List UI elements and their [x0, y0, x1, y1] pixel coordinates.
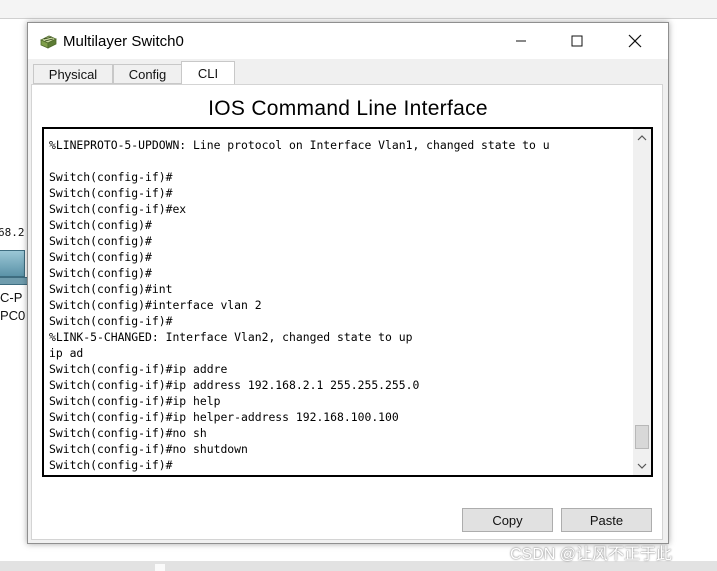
console-line: Switch(config)# [49, 266, 152, 280]
console-line: Switch(config-if)# [49, 170, 173, 184]
chevron-up-icon [637, 135, 647, 141]
console-line: Switch(config-if)#ip help [49, 394, 221, 408]
console-output[interactable]: %LINEPROTO-5-UPDOWN: Line protocol on In… [49, 137, 629, 473]
console-line: Switch(config-if)# [49, 314, 173, 328]
workspace-scroll-thumb[interactable] [155, 564, 165, 571]
console-line: %LINEPROTO-5-UPDOWN: Line protocol on In… [49, 138, 550, 152]
maximize-button[interactable] [554, 23, 600, 59]
minimize-icon [516, 40, 526, 42]
window-title: Multilayer Switch0 [63, 33, 184, 50]
console-line: Switch(config)# [49, 234, 152, 248]
scroll-down-button[interactable] [633, 457, 651, 475]
maximize-icon [571, 35, 583, 47]
console-line: Switch(config)#interface vlan 2 [49, 298, 262, 312]
device-window: Multilayer Switch0 Physical Config CLI I… [27, 22, 669, 544]
console-line: Switch(config-if)# [49, 458, 173, 472]
multilayer-switch-icon [40, 35, 57, 49]
pc-device-icon[interactable] [0, 248, 28, 286]
console-line: Switch(config-if)#ip addre [49, 362, 228, 376]
copy-button[interactable]: Copy [462, 508, 553, 532]
title-bar[interactable]: Multilayer Switch0 [28, 23, 668, 59]
close-icon [628, 34, 642, 48]
console-line: Switch(config)#int [49, 282, 173, 296]
cli-panel: IOS Command Line Interface %LINEPROTO-5-… [31, 84, 663, 540]
tab-strip: Physical Config CLI [28, 59, 668, 85]
panel-title: IOS Command Line Interface [208, 97, 488, 120]
window-body: Physical Config CLI IOS Command Line Int… [28, 59, 668, 543]
console-line: Switch(config-if)#ip helper-address 192.… [49, 410, 399, 424]
console-line: Switch(config-if)#ip address 192.168.2.1… [49, 378, 420, 392]
console-line: Switch(config)# [49, 250, 152, 264]
watermark-text: CSDN @让风不正于此 [510, 546, 673, 563]
console-line: Switch(config-if)# [49, 186, 173, 200]
workspace-ip-label: 68.2 [0, 226, 25, 239]
console-line: ip ad [49, 346, 84, 360]
tab-cli[interactable]: CLI [181, 61, 235, 85]
workspace-pc-label-2: PC0 [0, 308, 26, 323]
minimize-button[interactable] [498, 23, 544, 59]
paste-button[interactable]: Paste [561, 508, 652, 532]
console-line: Switch(config-if)#no sh [49, 426, 207, 440]
tab-physical[interactable]: Physical [33, 64, 113, 84]
workspace-pc-label-1: C-P [0, 290, 23, 305]
scroll-thumb[interactable] [635, 425, 649, 449]
tab-config[interactable]: Config [113, 64, 182, 84]
console-line: %LINK-5-CHANGED: Interface Vlan2, change… [49, 330, 413, 344]
console-scrollbar[interactable] [633, 129, 651, 475]
close-button[interactable] [612, 23, 658, 59]
cli-console[interactable]: %LINEPROTO-5-UPDOWN: Line protocol on In… [42, 127, 653, 477]
console-line: Switch(config-if)#no shutdown [49, 442, 248, 456]
workspace-toolbar-edge [0, 0, 717, 19]
chevron-down-icon [637, 463, 647, 469]
scroll-up-button[interactable] [633, 129, 651, 147]
console-line: Switch(config-if)#ex [49, 202, 187, 216]
console-line: Switch(config)# [49, 218, 152, 232]
